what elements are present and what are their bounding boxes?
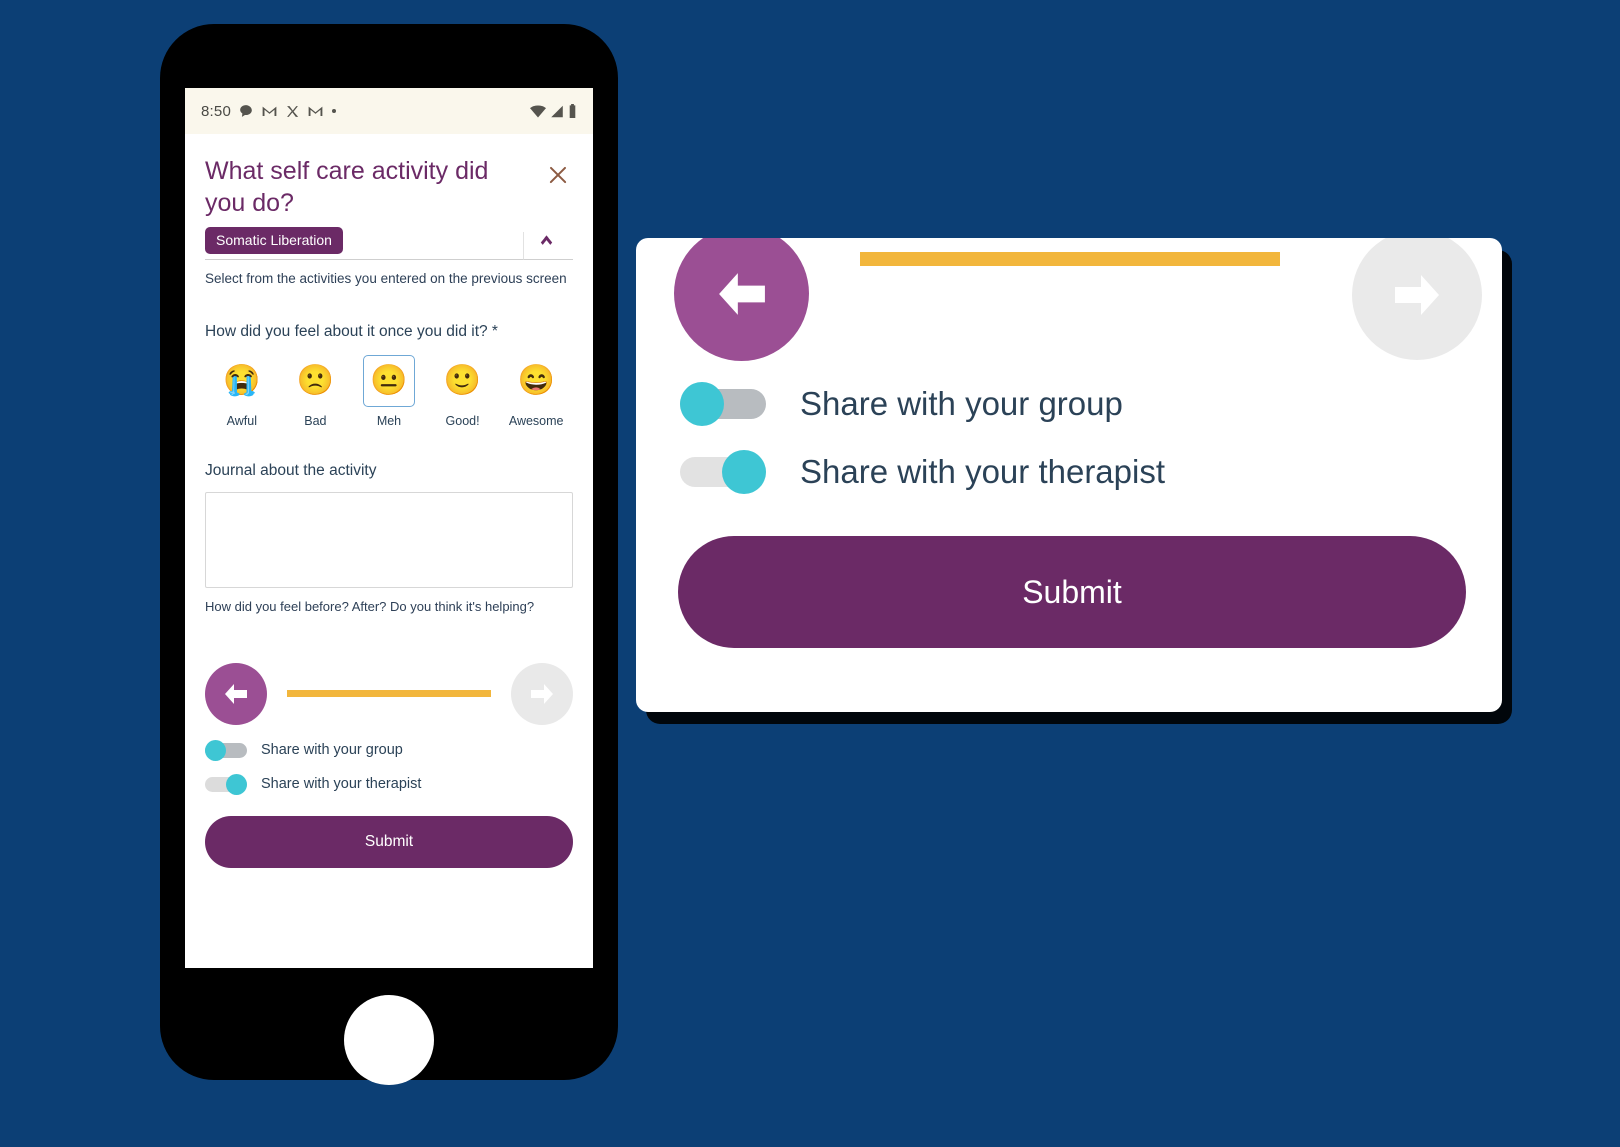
phone-frame: 8:50 What self care activity did you do?… [160, 24, 618, 1085]
emoji-box: 😄 [510, 355, 562, 407]
back-button[interactable] [205, 662, 267, 725]
emoji-box: 🙁 [289, 355, 341, 407]
submit-button[interactable]: Submit [205, 815, 573, 868]
x-app-icon [287, 105, 299, 117]
back-arrow-icon [718, 272, 765, 315]
status-right-icons [530, 104, 577, 118]
status-bar: 8:50 [185, 88, 593, 134]
status-time: 8:50 [201, 102, 231, 120]
toggle-knob [680, 382, 724, 426]
share-therapist-toggle[interactable] [205, 773, 247, 795]
feeling-option-bad[interactable]: 🙁 Bad [279, 355, 353, 428]
feeling-option-awful[interactable]: 😭 Awful [205, 355, 279, 428]
gmail-icon [262, 106, 277, 116]
toggle-knob [205, 739, 226, 761]
zoom-share-group-row: Share with your group [636, 382, 1502, 426]
title-row: What self care activity did you do? [205, 134, 573, 219]
feeling-option-label: Bad [304, 413, 327, 428]
zoom-forward-button[interactable] [1352, 238, 1482, 360]
zoom-share-therapist-label: Share with your therapist [800, 453, 1166, 490]
feeling-options: 😭 Awful 🙁 Bad 😐 Meh 🙂 Good! 😄 Awesome [205, 354, 573, 428]
zoom-panel: Share with your group Share with your th… [636, 238, 1502, 712]
screenshot-stage: 8:50 What self care activity did you do?… [0, 0, 1620, 1147]
journal-helper-text: How did you feel before? After? Do you t… [205, 598, 535, 614]
emoji-box: 😐 [362, 354, 415, 407]
zoom-wizard-nav [636, 238, 1502, 361]
journal-label: Journal about the activity [205, 461, 377, 479]
gmail-icon [308, 106, 323, 116]
close-icon[interactable] [543, 160, 573, 190]
signal-icon [551, 105, 563, 117]
share-group-toggle[interactable] [205, 739, 247, 761]
select-caret-box[interactable] [523, 232, 573, 260]
forward-button[interactable] [511, 662, 573, 725]
feeling-option-good[interactable]: 🙂 Good! [426, 355, 500, 428]
toggle-knob [226, 773, 247, 795]
activity-chip[interactable]: Somatic Liberation [205, 227, 343, 254]
loudly-crying-face-icon: 😭 [223, 363, 261, 397]
battery-icon [569, 104, 576, 118]
progress-fill [287, 690, 491, 698]
zoom-share-group-label: Share with your group [800, 385, 1123, 422]
feeling-option-meh[interactable]: 😐 Meh [352, 354, 426, 428]
zoom-share-therapist-row: Share with your therapist [636, 450, 1502, 494]
form-content: What self care activity did you do? Soma… [185, 134, 593, 868]
back-arrow-icon [225, 683, 247, 704]
share-group-label: Share with your group [261, 741, 403, 758]
share-therapist-label: Share with your therapist [261, 775, 422, 792]
emoji-box: 🙂 [437, 355, 489, 407]
wizard-nav [205, 662, 573, 726]
activity-helper-text: Select from the activities you entered o… [205, 271, 567, 286]
forward-arrow-icon [1395, 275, 1439, 315]
zoom-share-therapist-toggle[interactable] [680, 450, 766, 494]
share-therapist-row: Share with your therapist [205, 773, 573, 795]
chevron-up-icon [540, 235, 553, 250]
share-group-row: Share with your group [205, 739, 573, 761]
status-left-icons [239, 104, 336, 118]
dot-icon [332, 109, 336, 113]
forward-arrow-icon [531, 683, 553, 704]
zoom-submit-button[interactable]: Submit [678, 536, 1466, 648]
feeling-option-label: Meh [376, 413, 402, 428]
feeling-option-awesome[interactable]: 😄 Awesome [499, 355, 573, 428]
feeling-option-label: Awesome [508, 413, 564, 428]
home-button[interactable] [344, 995, 434, 1085]
wifi-icon [530, 105, 546, 117]
zoom-share-group-toggle[interactable] [680, 382, 766, 426]
chat-bubble-icon [240, 105, 252, 117]
toggle-knob [722, 450, 766, 494]
neutral-face-icon: 😐 [370, 363, 408, 397]
zoom-back-button[interactable] [674, 238, 809, 361]
feeling-option-label: Good! [445, 413, 480, 428]
zoom-progress-bar [860, 252, 1280, 266]
frowning-face-icon: 🙁 [296, 363, 335, 397]
activity-select[interactable]: Somatic Liberation [205, 227, 573, 260]
grinning-face-icon: 😄 [517, 363, 555, 397]
feeling-option-label: Awful [226, 413, 257, 428]
slightly-smiling-face-icon: 🙂 [443, 363, 482, 397]
feeling-label: How did you feel about it once you did i… [205, 322, 498, 340]
page-title: What self care activity did you do? [205, 157, 489, 217]
progress-bar [287, 690, 491, 698]
emoji-box: 😭 [216, 355, 268, 407]
phone-screen: 8:50 What self care activity did you do?… [185, 88, 593, 968]
journal-input[interactable] [205, 491, 573, 588]
